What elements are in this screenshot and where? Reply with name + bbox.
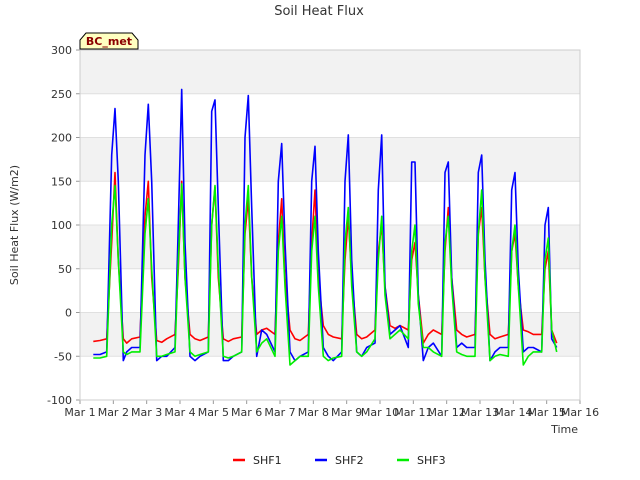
y-tick-label: 300 <box>51 44 72 57</box>
legend-label-shf1: SHF1 <box>253 454 282 467</box>
legend-label-shf3: SHF3 <box>417 454 446 467</box>
x-axis-label: Time <box>550 423 578 436</box>
y-tick-label: 250 <box>51 88 72 101</box>
y-tick-label: 50 <box>58 263 72 276</box>
plot-band <box>80 50 580 94</box>
y-tick-label: 150 <box>51 175 72 188</box>
legend: SHF1 SHF2 SHF3 <box>233 454 446 467</box>
y-tick-label: 0 <box>65 307 72 320</box>
plot-band <box>80 137 580 182</box>
bc-met-badge: BC_met <box>79 32 139 50</box>
x-tick-label: Mar 3 <box>131 406 162 419</box>
y-tick-label: 100 <box>51 219 72 232</box>
x-tick-label: Mar 5 <box>198 406 229 419</box>
x-tick-label: Mar 1 <box>64 406 95 419</box>
x-axis-ticks: Mar 1 Mar 2 Mar 3 Mar 4 Mar 5 Mar 6 Mar 7 Mar 8… <box>64 400 599 419</box>
soil-heat-flux-chart: Soil Heat Flux -100-50050100150200250300… <box>8 4 599 467</box>
x-tick-label: Mar 16 <box>561 406 599 419</box>
legend-label-shf2: SHF2 <box>335 454 364 467</box>
x-tick-label: Mar 9 <box>331 406 362 419</box>
x-tick-label: Mar 2 <box>98 406 129 419</box>
x-tick-label: Mar 8 <box>298 406 329 419</box>
plot-band <box>80 225 580 269</box>
x-tick-label: Mar 7 <box>264 406 295 419</box>
x-tick-label: Mar 6 <box>231 406 262 419</box>
x-tick-label: Mar 4 <box>164 406 195 419</box>
y-axis-label: Soil Heat Flux (W/m2) <box>8 165 21 285</box>
chart-title: Soil Heat Flux <box>274 4 364 19</box>
y-tick-label: 200 <box>51 132 72 145</box>
y-tick-label: -50 <box>54 350 72 363</box>
y-axis-ticks: -100-50050100150200250300 <box>47 44 80 407</box>
badge-label: BC_met <box>86 35 132 48</box>
